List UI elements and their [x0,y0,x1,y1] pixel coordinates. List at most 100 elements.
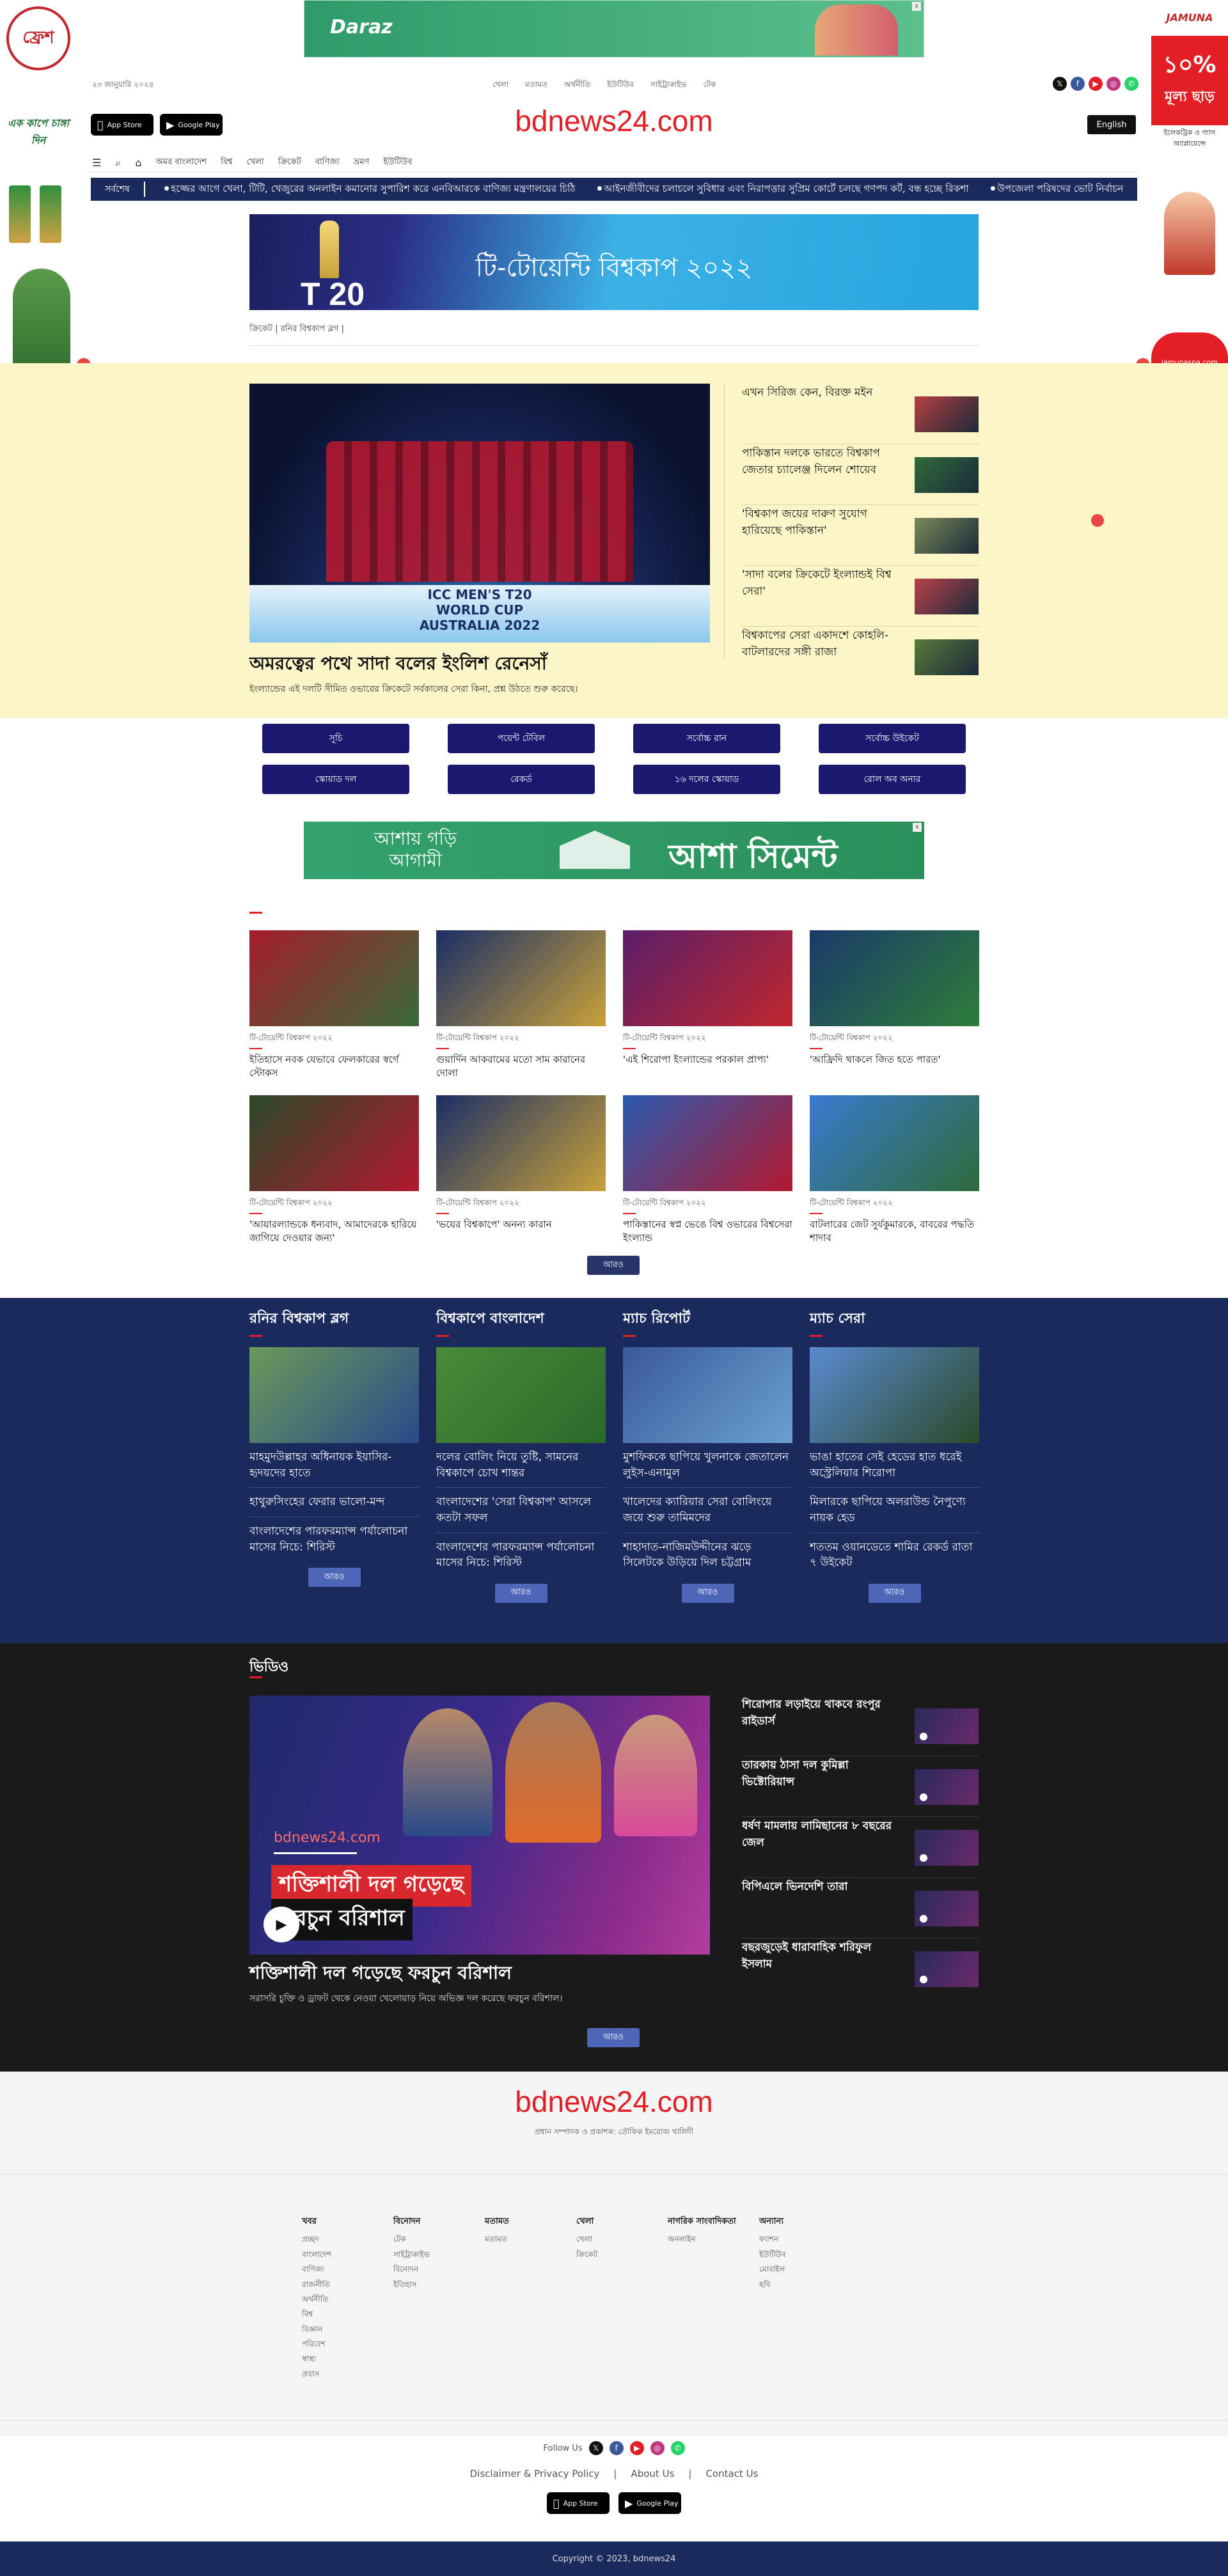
left-skin-ad[interactable]: ফ্রেশ এক কাপে চাঙ্গা দিন [0,0,77,384]
video-player[interactable]: bdnews24.com শক্তিশালী দল গড়েছে ফরচুন ব… [249,1696,710,1955]
column-headline[interactable]: মাহমুদউল্লাহর অধিনায়ক ইয়াসির-হৃদয়দের … [249,1449,419,1488]
news-card[interactable]: টি-টোয়েন্টি বিশ্বকাপ ২০২২ 'ভয়ের বিশ্বকা… [436,1095,606,1245]
facebook-icon[interactable]: f [1071,77,1085,91]
main-nav-item[interactable]: বাণিজ্য [315,156,340,169]
column-heading[interactable]: বিশ্বকাপে বাংলাদেশ [436,1308,606,1331]
footer-link[interactable]: ইউটিউব [759,2247,851,2262]
whatsapp-icon[interactable]: ✆ [670,2441,685,2455]
column-headline[interactable]: শততম ওয়ানডেতে শামির রেকর্ড রাতা ৭ উইকেট [810,1540,979,1571]
card-category[interactable]: টি-টোয়েন্টি বিশ্বকাপ ২০২২ [623,1033,792,1045]
ticker-item[interactable]: আইনজীবীদের চলাচলে সুবিধার এবং নিরাপত্তার… [597,182,968,198]
top-nav-item[interactable]: ইউটিউব [607,79,634,92]
video-list-item[interactable]: ধর্ষণ মামলায় লামিছানের ৮ বছরের জেল [742,1817,979,1878]
footer-link[interactable]: অর্থনীতি [302,2292,393,2307]
footer-link[interactable]: টেক [393,2232,485,2247]
contact-link[interactable]: Contact Us [705,2468,758,2479]
more-button[interactable]: আরও [587,1256,640,1275]
news-card[interactable]: টি-টোয়েন্টি বিশ্বকাপ ২০২২ ইতিহাসে নবক যে… [249,930,419,1080]
footer-link[interactable]: সাইট্রাকাইভ [393,2247,485,2262]
column-headline[interactable]: বাংলাদেশের পারফরম্যান্স পর্যালোচনা মাসের… [249,1524,419,1555]
news-card[interactable]: টি-টোয়েন্টি বিশ্বকাপ ২০২২ বাটলারের জেট স… [810,1095,979,1245]
main-nav-item[interactable]: ক্রিকেট [278,156,301,169]
footer-link[interactable]: স্বাস্থ্য [302,2352,393,2366]
footer-link[interactable]: মোবাইল [759,2262,851,2277]
youtube-icon[interactable]: ▶ [1089,77,1103,91]
card-title[interactable]: পাকিস্তানের স্বপ্ন ভেঙে বিশ্ব ওভারের বিশ… [623,1218,792,1245]
top-nav-item[interactable]: টেক [704,79,716,92]
more-button[interactable]: আরও [868,1583,921,1603]
youtube-icon[interactable]: ▶ [629,2441,644,2455]
footer-link[interactable]: বিশ্ব [302,2307,393,2322]
list-item[interactable]: 'বিশ্বকাপ জয়ের দারুণ সুযোগ হারিয়েছে পা… [742,505,979,566]
main-nav-item[interactable]: অমর বাংলাদেশ [155,156,207,169]
more-button[interactable]: আরও [587,2028,640,2047]
instagram-icon[interactable]: ◎ [650,2441,665,2455]
top-nav-item[interactable]: সাইট্রাকাইভ [650,79,687,92]
points-table-button[interactable]: পয়েন্ট টেবিল [448,724,595,753]
ticker-item[interactable]: উপজেলা পরিষদের ভোট নির্বাচন [991,182,1123,198]
more-button[interactable]: আরও [681,1583,734,1603]
card-title[interactable]: 'আয়ারল্যান্ডকে ধন্যবাদ, আমাদেরকে হারিয়… [249,1218,419,1245]
footer-link[interactable]: বিনোদন [393,2262,485,2277]
list-item[interactable]: পাকিস্তান দলকে ভারতে বিশ্বকাপ জেতার চ্যা… [742,444,979,505]
instagram-icon[interactable]: ◎ [1106,77,1121,91]
card-category[interactable]: টি-টোয়েন্টি বিশ্বকাপ ২০২২ [810,1198,979,1210]
fixtures-button[interactable]: সূচি [262,724,409,753]
card-title[interactable]: ইতিহাসে নবক যেভাবে ফেলকারের স্বর্গে স্টো… [249,1053,419,1080]
top-nav-item[interactable]: খেলা [492,79,508,92]
records-button[interactable]: রেকর্ড [448,765,595,794]
news-card[interactable]: টি-টোয়েন্টি বিশ্বকাপ ২০২২ 'আফ্রিদি থাকলে… [810,930,979,1080]
list-item[interactable]: 'সাদা বলের ক্রিকেটে ইংল্যান্ডই বিশ্ব সের… [742,566,979,627]
english-button[interactable]: English [1087,115,1136,134]
video-list-item[interactable]: তারকায় ঠাসা দল কুমিল্লা ভিক্টোরিয়ান্স [742,1756,979,1817]
column-headline[interactable]: মুশফিককে ছাপিয়ে খুলনাকে জেতালেন লুইস-এন… [623,1449,792,1488]
home-icon[interactable]: ⌂ [135,157,141,169]
card-category[interactable]: টি-টোয়েন্টি বিশ্বকাপ ২০২২ [249,1198,419,1210]
daraz-banner-ad[interactable]: Daraz x [304,0,924,58]
footer-logo[interactable]: bdnews24.com [0,2084,1228,2119]
footer-link[interactable]: প্রচ্ছদ [302,2232,393,2247]
google-play-button[interactable]: ▶ Google Play [618,2492,681,2514]
card-title[interactable]: 'এই শিরোপা ইংল্যান্ডের পরকাল প্রাপ্য' [623,1053,792,1066]
main-nav-item[interactable]: খেলা [246,156,264,169]
most-wickets-button[interactable]: সর্বোচ্চ উইকেট [819,724,966,753]
main-nav-item[interactable]: ভ্রমণ [354,156,370,169]
most-runs-button[interactable]: সর্বোচ্চ রান [633,724,780,753]
card-title[interactable]: বাটলারের জেট সুর্যকুমারকে, বাবরের পদ্ধতি… [810,1218,979,1245]
list-item[interactable]: এখন সিরিজ কেন, বিরক্ত মইন [742,384,979,444]
card-title[interactable]: গুয়ার্দিন আকরামের মতো সাম কারানের দোলা [436,1053,606,1080]
news-card[interactable]: টি-টোয়েন্টি বিশ্বকাপ ২০২২ 'এই শিরোপা ইংল… [623,930,792,1080]
column-heading[interactable]: ম্যাচ রিপোর্ট [623,1308,792,1331]
card-category[interactable]: টি-টোয়েন্টি বিশ্বকাপ ২০২২ [436,1198,606,1210]
column-heading[interactable]: রনির বিশ্বকাপ ব্লগ [249,1308,419,1331]
card-category[interactable]: টি-টোয়েন্টি বিশ্বকাপ ২০২২ [249,1033,419,1045]
facebook-icon[interactable]: f [609,2441,624,2455]
roll-of-honour-button[interactable]: রোল অব অনার [819,765,966,794]
column-image[interactable] [436,1347,606,1443]
lead-headline[interactable]: অমরত্বের পথে সাদা বলের ইংলিশ রেনেসাঁ [249,650,547,680]
news-card[interactable]: টি-টোয়েন্টি বিশ্বকাপ ২০২২ পাকিস্তানের স্… [623,1095,792,1245]
footer-link[interactable]: রাজনীতি [302,2277,393,2292]
footer-link[interactable]: বিজ্ঞান [302,2322,393,2337]
x-twitter-icon[interactable]: 𝕏 [1053,77,1067,91]
x-twitter-icon[interactable]: 𝕏 [588,2441,603,2455]
footer-link[interactable]: পরিবেশ [302,2337,393,2352]
footer-link[interactable]: বাণিজ্য [302,2262,393,2277]
news-card[interactable]: টি-টোয়েন্টি বিশ্বকাপ ২০২২ 'আয়ারল্যান্ডক… [249,1095,419,1245]
privacy-link[interactable]: Disclaimer & Privacy Policy [470,2468,600,2479]
hamburger-menu-icon[interactable]: ☰ [92,157,101,169]
footer-link[interactable]: মতামত [485,2232,576,2247]
column-headline[interactable]: বাংলাদেশের পারফরম্যান্স পর্যালোচনা মাসের… [436,1540,606,1571]
app-store-button[interactable]:  App Store [547,2492,610,2514]
more-button[interactable]: আরও [494,1583,547,1603]
news-card[interactable]: টি-টোয়েন্টি বিশ্বকাপ ২০২২ গুয়ার্দিন আকর… [436,930,606,1080]
card-category[interactable]: টি-টোয়েন্টি বিশ্বকাপ ২০২২ [436,1033,606,1045]
whatsapp-icon[interactable]: ✆ [1124,77,1138,91]
card-title[interactable]: 'ভয়ের বিশ্বকাপে' অনন্য কারান [436,1218,606,1231]
play-icon[interactable]: ▶ [264,1907,299,1942]
sixteen-teams-button[interactable]: ১৬ দলের স্কোয়াড [633,765,780,794]
column-image[interactable] [249,1347,419,1443]
squads-button[interactable]: স্কোয়াড দল [262,765,409,794]
list-item[interactable]: বিশ্বকাপের সেরা একাদশে কোহলি-বাটলারদের স… [742,627,979,687]
card-category[interactable]: টি-টোয়েন্টি বিশ্বকাপ ২০২২ [810,1033,979,1045]
